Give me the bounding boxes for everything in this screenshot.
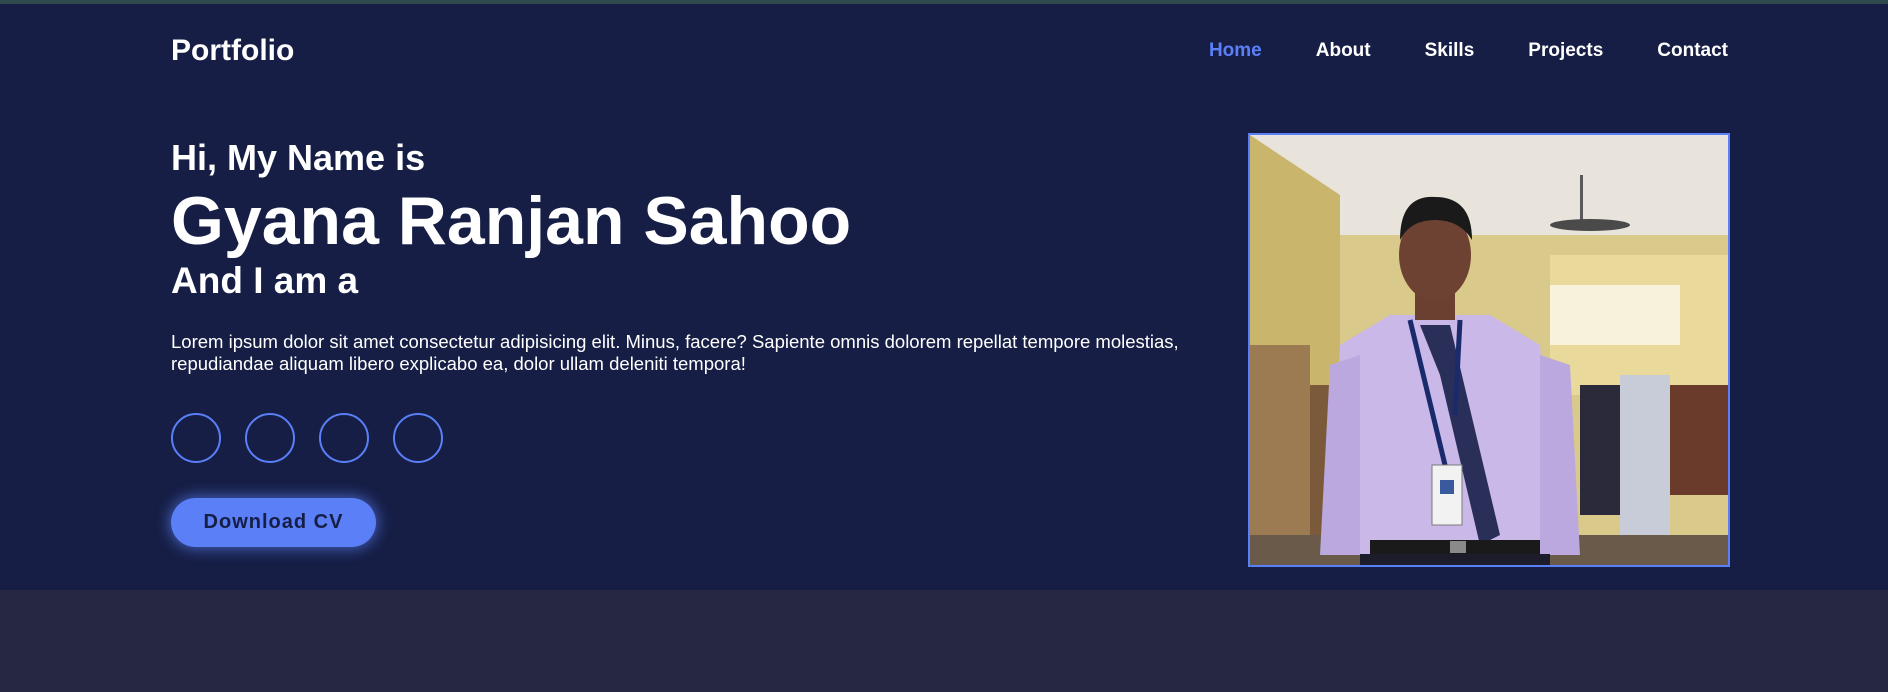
nav-link-skills[interactable]: Skills [1425, 40, 1475, 62]
hero-name: Gyana Ranjan Sahoo [171, 183, 852, 259]
greeting: Hi, My Name is [171, 137, 426, 178]
profile-photo [1248, 133, 1730, 567]
nav-link-contact[interactable]: Contact [1657, 40, 1728, 62]
nav-link-about[interactable]: About [1316, 40, 1371, 62]
social-links [171, 413, 1231, 463]
download-cv-button[interactable]: Download CV [171, 498, 376, 547]
nav-link-projects[interactable]: Projects [1528, 40, 1603, 62]
social-icon-2[interactable] [245, 413, 295, 463]
hero-section: Portfolio Home About Skills Projects Con… [0, 4, 1888, 590]
social-icon-1[interactable] [171, 413, 221, 463]
nav-links: Home About Skills Projects Contact [1209, 40, 1728, 62]
hero-content: Hi, My Name is Gyana Ranjan Sahoo And I … [171, 137, 1231, 547]
bio-text: Lorem ipsum dolor sit amet consectetur a… [171, 331, 1179, 374]
logo[interactable]: Portfolio [171, 34, 294, 68]
social-icon-4[interactable] [393, 413, 443, 463]
social-icon-3[interactable] [319, 413, 369, 463]
role-line: And I am a [171, 260, 359, 301]
nav-link-home[interactable]: Home [1209, 40, 1262, 62]
profile-photo-illustration [1250, 135, 1728, 565]
navbar: Portfolio Home About Skills Projects Con… [171, 28, 1728, 74]
